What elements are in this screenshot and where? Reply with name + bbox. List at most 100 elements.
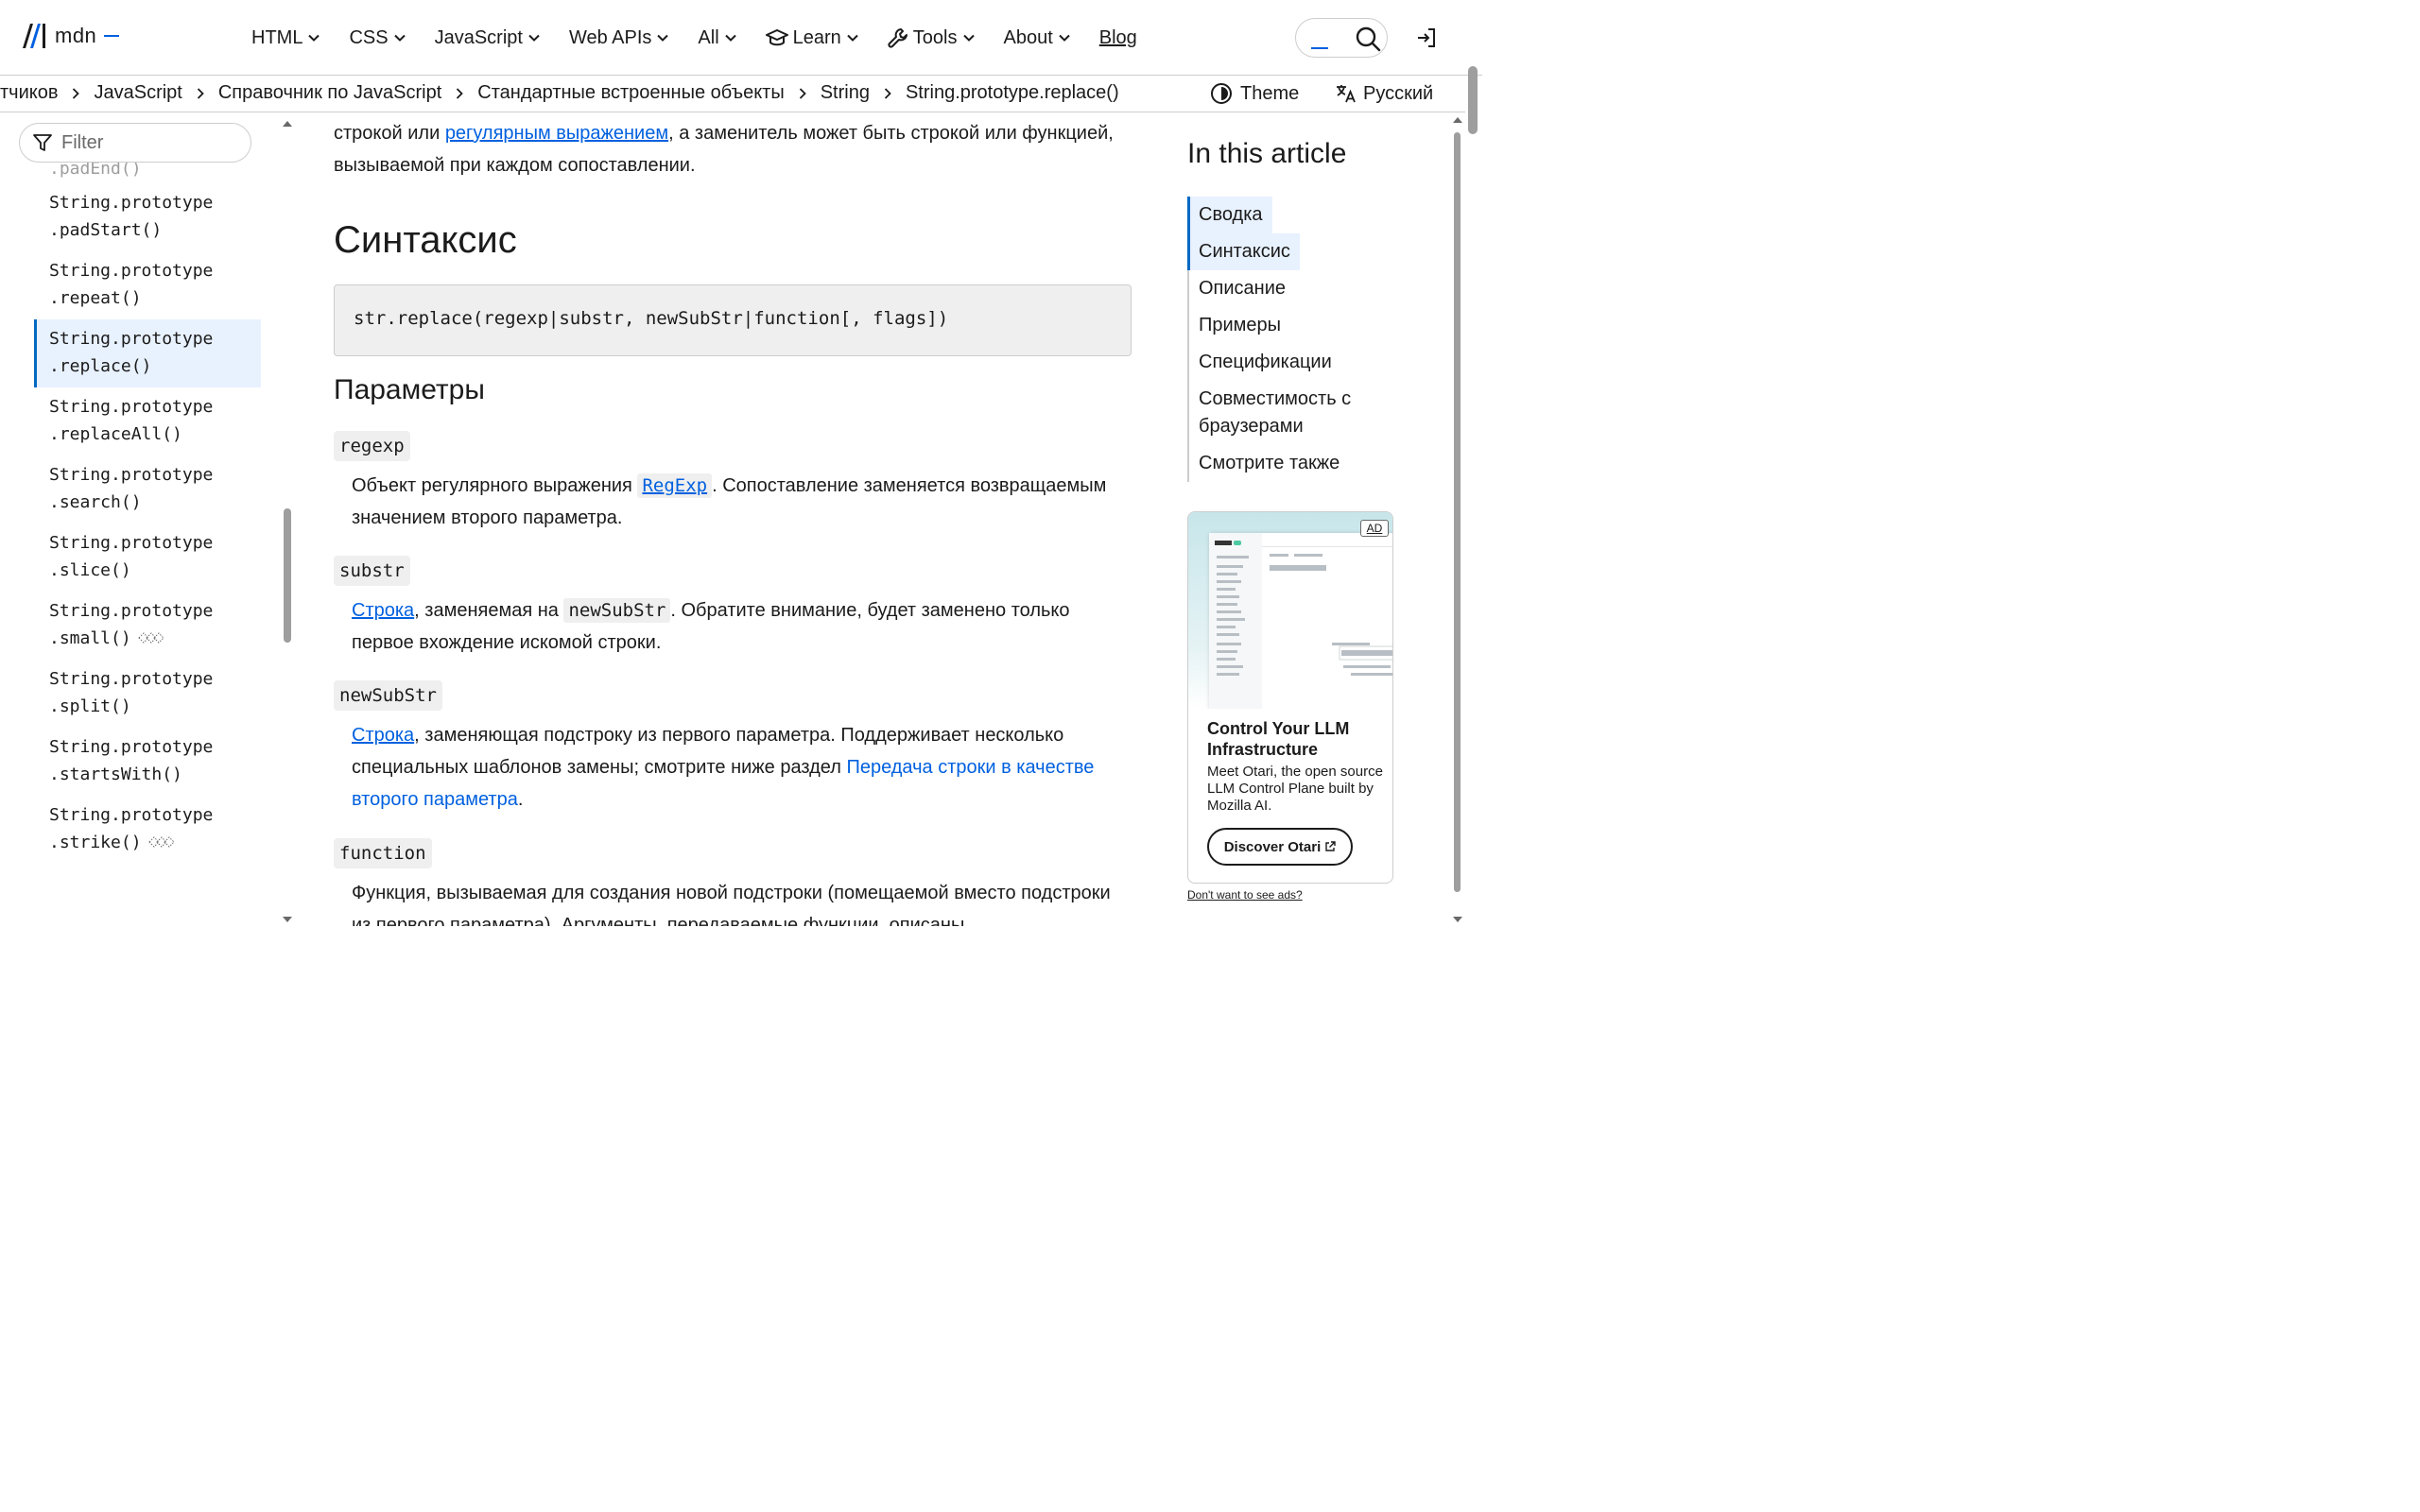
- sidebar-item-label: .padStart(): [49, 220, 163, 240]
- toc-item-description[interactable]: Описание: [1189, 270, 1405, 307]
- toc-item-examples[interactable]: Примеры: [1189, 307, 1405, 344]
- wrench-icon: [888, 28, 908, 48]
- sidebar-item-small[interactable]: String.prototype .small(): [34, 592, 261, 660]
- chevron-down-icon: [724, 34, 736, 42]
- menu-css[interactable]: CSS: [349, 25, 406, 51]
- menu-all[interactable]: All: [698, 25, 736, 51]
- toc-item-see-also[interactable]: Смотрите также: [1189, 445, 1405, 482]
- sidebar-item-strike[interactable]: String.prototype .strike(): [34, 796, 261, 864]
- toc-item-syntax[interactable]: Синтаксис: [1187, 233, 1300, 270]
- theme-icon: [1211, 83, 1232, 104]
- sidebar-item-repeat[interactable]: String.prototype .repeat(): [34, 251, 261, 319]
- language-switcher[interactable]: Русский: [1335, 82, 1433, 105]
- syntax-code-block: str.replace(regexp|substr, newSubStr|fun…: [334, 284, 1132, 356]
- inline-code: newSubStr: [563, 598, 671, 623]
- sidebar-item-label: .slice(): [49, 560, 131, 580]
- breadcrumb-item[interactable]: тчиков: [0, 82, 58, 104]
- sidebar-item-label: String.prototype: [49, 261, 214, 281]
- chevron-down-icon: [528, 34, 540, 42]
- chevron-right-icon: [884, 87, 891, 99]
- chevron-down-icon: [393, 34, 406, 42]
- sidebar-item-replaceall[interactable]: String.prototype .replaceAll(): [34, 387, 261, 455]
- chevron-right-icon: [197, 87, 204, 99]
- sidebar-item-padstart[interactable]: String.prototype .padStart(): [34, 183, 261, 251]
- theme-switcher[interactable]: Theme: [1210, 82, 1299, 105]
- string-link[interactable]: Строка: [352, 725, 414, 746]
- breadcrumb-item[interactable]: String: [821, 82, 870, 104]
- chevron-down-icon: [847, 34, 858, 42]
- language-label: Русский: [1363, 82, 1434, 104]
- sidebar-item-slice[interactable]: String.prototype .slice(): [34, 524, 261, 592]
- param-substr-description: Строка, заменяемая на newSubStr. Обратит…: [352, 594, 1133, 659]
- regex-link[interactable]: регулярным выражением: [445, 123, 668, 144]
- menu-html[interactable]: HTML: [251, 25, 320, 51]
- search-icon: [1356, 26, 1381, 52]
- filter-placeholder: Filter: [61, 131, 104, 153]
- filter-icon: [33, 134, 52, 151]
- menu-blog-label: Blog: [1098, 26, 1137, 48]
- menu-css-label: CSS: [349, 26, 389, 48]
- param-newsubstr-description: Строка, заменяющая подстроку из первого …: [352, 719, 1133, 816]
- menu-tools-label: Tools: [912, 26, 958, 48]
- ad-description: Meet Otari, the open source LLM Control …: [1207, 764, 1383, 814]
- advertisement[interactable]: AD Control Your LLM Infrastructure Meet …: [1187, 511, 1393, 884]
- breadcrumb-item[interactable]: Справочник по JavaScript: [218, 82, 441, 104]
- sidebar-list: .padEnd() String.prototype .padStart() St…: [34, 155, 261, 864]
- menu-about[interactable]: About: [1004, 25, 1071, 51]
- param-substr-term: substr: [334, 556, 410, 586]
- sidebar-item-label: String.prototype: [49, 397, 214, 417]
- menu-javascript[interactable]: JavaScript: [435, 25, 541, 51]
- ad-image: AD: [1188, 512, 1392, 709]
- discover-otari-button[interactable]: Discover Otari: [1207, 828, 1353, 866]
- regexp-link[interactable]: RegExp: [637, 473, 713, 498]
- search-button[interactable]: [1295, 18, 1388, 58]
- parameters-heading: Параметры: [334, 374, 485, 405]
- menu-learn[interactable]: Learn: [765, 25, 859, 51]
- ad-title: Control Your LLM Infrastructure: [1207, 719, 1350, 759]
- param-newsubstr-term: newSubStr: [334, 680, 442, 711]
- breadcrumb-item[interactable]: Стандартные встроенные объекты: [477, 82, 784, 104]
- no-ads-link[interactable]: Don't want to see ads?: [1187, 888, 1303, 902]
- search-cursor: [1311, 47, 1328, 49]
- filter-input[interactable]: Filter: [19, 123, 251, 163]
- toc-item-specifications[interactable]: Спецификации: [1189, 344, 1405, 381]
- mdn-logo[interactable]: mdn: [21, 23, 120, 49]
- sidebar-scrollbar-thumb[interactable]: [284, 508, 291, 643]
- chevron-right-icon: [457, 87, 464, 99]
- translate-icon: [1337, 85, 1356, 103]
- sidebar-item-label: .repeat(): [49, 288, 142, 308]
- sidebar-item-label: String.prototype: [49, 533, 214, 553]
- toc-item-browser-compatibility[interactable]: Совместимость с браузерами: [1189, 381, 1405, 445]
- menu-tools[interactable]: Tools: [888, 25, 976, 51]
- menu-web-apis[interactable]: Web APIs: [569, 25, 669, 51]
- mdn-logo-icon: [23, 24, 45, 48]
- desc-text: , заменяемая на: [414, 600, 564, 621]
- string-link[interactable]: Строка: [352, 600, 414, 621]
- chevron-down-icon: [962, 34, 975, 42]
- chevron-down-icon: [1059, 34, 1070, 42]
- sidebar-item-label: String.prototype: [49, 465, 214, 485]
- sidebar-item-label: String.prototype: [49, 193, 214, 213]
- sidebar-item-replace[interactable]: String.prototype .replace(): [34, 319, 261, 387]
- table-of-contents: Сводка Синтаксис Описание Примеры Специф…: [1187, 197, 1405, 482]
- sidebar-item-startswith[interactable]: String.prototype .startsWith(): [34, 728, 261, 796]
- login-icon[interactable]: [1415, 26, 1438, 49]
- ad-badge[interactable]: AD: [1360, 520, 1389, 537]
- sidebar-item-search[interactable]: String.prototype .search(): [34, 455, 261, 524]
- breadcrumb-item[interactable]: JavaScript: [94, 82, 182, 104]
- chevron-right-icon: [799, 87, 806, 99]
- toc-item-summary[interactable]: Сводка: [1187, 197, 1272, 233]
- desc-text: .: [517, 789, 524, 810]
- content-scrollbar-thumb[interactable]: [1454, 132, 1461, 892]
- sidebar-item-label: String.prototype: [49, 669, 214, 689]
- menu-blog-link[interactable]: Blog: [1099, 25, 1137, 51]
- page-scrollbar-thumb[interactable]: [1468, 66, 1478, 134]
- param-regexp-term: regexp: [334, 431, 410, 461]
- sidebar-item-label: .startsWith(): [49, 765, 182, 784]
- sidebar-item-split[interactable]: String.prototype .split(): [34, 660, 261, 728]
- breadcrumb-current[interactable]: String.prototype.replace(): [906, 82, 1119, 104]
- chevron-down-icon: [657, 34, 669, 42]
- chevron-right-icon: [73, 87, 80, 99]
- deprecated-icon: [147, 836, 174, 848]
- graduation-cap-icon: [765, 29, 788, 46]
